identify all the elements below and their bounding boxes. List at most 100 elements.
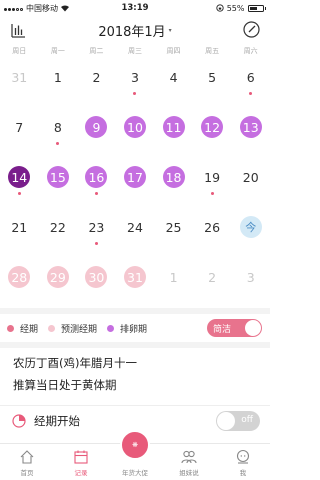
calendar-day[interactable]: 24 bbox=[116, 208, 155, 258]
weekday-label: 周三 bbox=[127, 47, 142, 55]
home-icon bbox=[20, 450, 34, 464]
battery-nub bbox=[264, 6, 266, 10]
tab-record[interactable]: 记录 bbox=[54, 444, 108, 480]
stats-icon[interactable] bbox=[10, 22, 26, 38]
legend-label: 经期 bbox=[20, 324, 39, 335]
calendar-day[interactable]: 31 bbox=[116, 258, 155, 308]
calendar-day[interactable]: 15 bbox=[39, 158, 78, 208]
calendar-day[interactable]: 14 bbox=[0, 158, 39, 208]
calendar-day[interactable]: 6 bbox=[231, 58, 270, 108]
weekday-row: 周日 周一 周二 周三 周四 周五 周六 bbox=[0, 46, 270, 58]
day-number: 23 bbox=[88, 219, 105, 235]
day-number: 今 bbox=[239, 216, 262, 238]
status-right: 55% bbox=[166, 4, 266, 13]
tab-label: 我 bbox=[239, 469, 247, 477]
period-start-toggle[interactable]: off bbox=[216, 411, 260, 431]
calendar-day[interactable]: 9 bbox=[77, 108, 116, 158]
calendar-day[interactable]: 2 bbox=[77, 58, 116, 108]
tab-home[interactable]: 首页 bbox=[0, 444, 54, 480]
calendar-day[interactable]: 23 bbox=[77, 208, 116, 258]
profile-icon bbox=[236, 449, 250, 464]
legend: 经期 预测经期 排卵期 简洁 bbox=[0, 314, 270, 342]
calendar-day[interactable]: 19 bbox=[193, 158, 232, 208]
tab-label: 年货大促 bbox=[122, 469, 148, 477]
calendar-day[interactable]: 7 bbox=[0, 108, 39, 158]
record-dot-icon bbox=[94, 242, 98, 245]
calendar-day[interactable]: 3 bbox=[116, 58, 155, 108]
day-number: 2 bbox=[92, 69, 101, 85]
day-number: 28 bbox=[8, 266, 31, 288]
chevron-down-icon[interactable]: ▾ bbox=[169, 27, 172, 34]
day-number: 21 bbox=[11, 219, 28, 235]
day-number: 2 bbox=[208, 269, 217, 285]
day-number: 26 bbox=[204, 219, 221, 235]
calendar-day[interactable]: 17 bbox=[116, 158, 155, 208]
day-number: 24 bbox=[127, 219, 143, 235]
calendar-day[interactable]: 13 bbox=[231, 108, 270, 158]
calendar-day[interactable]: 4 bbox=[154, 58, 193, 108]
tab-sisters[interactable]: 姐妹说 bbox=[162, 444, 216, 480]
calendar-day[interactable]: 21 bbox=[0, 208, 39, 258]
calendar-week-row: 7 8 9 10 11 12 13 bbox=[0, 108, 270, 158]
day-number: 14 bbox=[8, 166, 31, 188]
lunar-date: 农历丁酉(鸡)年腊月十一 bbox=[13, 356, 137, 370]
calendar-day[interactable]: 20 bbox=[231, 158, 270, 208]
lock-rotation-icon bbox=[216, 4, 224, 12]
calendar-day[interactable]: 8 bbox=[39, 108, 78, 158]
tab-label: 姐妹说 bbox=[179, 469, 199, 477]
signal-icon bbox=[4, 4, 24, 13]
day-number: 31 bbox=[123, 266, 146, 288]
calendar-day[interactable]: 10 bbox=[116, 108, 155, 158]
period-start-label: 经期开始 bbox=[34, 413, 80, 428]
calendar-week-row: 28 29 30 31 1 2 3 bbox=[0, 258, 270, 308]
calendar-day[interactable]: 25 bbox=[154, 208, 193, 258]
tab-profile[interactable]: 我 bbox=[216, 444, 270, 480]
tab-label: 首页 bbox=[20, 469, 34, 477]
calendar-day[interactable]: 22 bbox=[39, 208, 78, 258]
simple-mode-toggle[interactable]: 简洁 bbox=[207, 319, 262, 337]
predicted-swatch-icon bbox=[48, 324, 56, 332]
calendar-day[interactable]: 28 bbox=[0, 258, 39, 308]
legend-item-ovulation: 排卵期 bbox=[107, 322, 147, 335]
day-number: 17 bbox=[123, 166, 146, 188]
day-number: 15 bbox=[46, 166, 69, 188]
day-number: 19 bbox=[204, 169, 221, 185]
tab-promo[interactable]: ❋ 年货大促 bbox=[108, 430, 162, 480]
weekday-label: 周日 bbox=[12, 47, 27, 55]
calendar-day[interactable]: 3 bbox=[231, 258, 270, 308]
battery-icon bbox=[247, 4, 264, 12]
legend-item-predicted: 预测经期 bbox=[48, 322, 97, 335]
day-number: 29 bbox=[46, 266, 69, 288]
calendar-day[interactable]: 5 bbox=[193, 58, 232, 108]
day-number: 11 bbox=[162, 116, 185, 138]
record-dot-icon bbox=[133, 92, 137, 95]
calendar-week-row: 21 22 23 24 25 26 今 bbox=[0, 208, 270, 258]
calendar-day[interactable]: 今 bbox=[231, 208, 270, 258]
calendar-day[interactable]: 11 bbox=[154, 108, 193, 158]
carrier-label: 中国移动 bbox=[26, 3, 58, 13]
record-icon bbox=[74, 450, 88, 464]
calendar-day[interactable]: 26 bbox=[193, 208, 232, 258]
edit-icon[interactable] bbox=[243, 21, 260, 38]
record-dot-icon bbox=[249, 92, 253, 95]
calendar-day[interactable]: 1 bbox=[39, 58, 78, 108]
calendar-day[interactable]: 2 bbox=[193, 258, 232, 308]
calendar-day[interactable]: 1 bbox=[154, 258, 193, 308]
calendar-day[interactable]: 30 bbox=[77, 258, 116, 308]
calendar-day[interactable]: 16 bbox=[77, 158, 116, 208]
calendar-header: 2018年1月 ▾ bbox=[0, 16, 270, 44]
pie-icon bbox=[12, 413, 26, 428]
legend-label: 预测经期 bbox=[61, 324, 98, 335]
day-number: 1 bbox=[53, 69, 62, 85]
calendar-day[interactable]: 12 bbox=[193, 108, 232, 158]
battery-label: 55% bbox=[226, 3, 245, 13]
calendar-day[interactable]: 29 bbox=[39, 258, 78, 308]
status-time: 13:19 bbox=[121, 3, 149, 13]
calendar-day[interactable]: 31 bbox=[0, 58, 39, 108]
month-title[interactable]: 2018年1月 bbox=[98, 21, 165, 40]
calendar-day[interactable]: 18 bbox=[154, 158, 193, 208]
toggle-label: off bbox=[241, 415, 253, 425]
day-number: 31 bbox=[11, 69, 28, 85]
day-number: 1 bbox=[169, 269, 178, 285]
record-dot-icon bbox=[210, 192, 214, 195]
